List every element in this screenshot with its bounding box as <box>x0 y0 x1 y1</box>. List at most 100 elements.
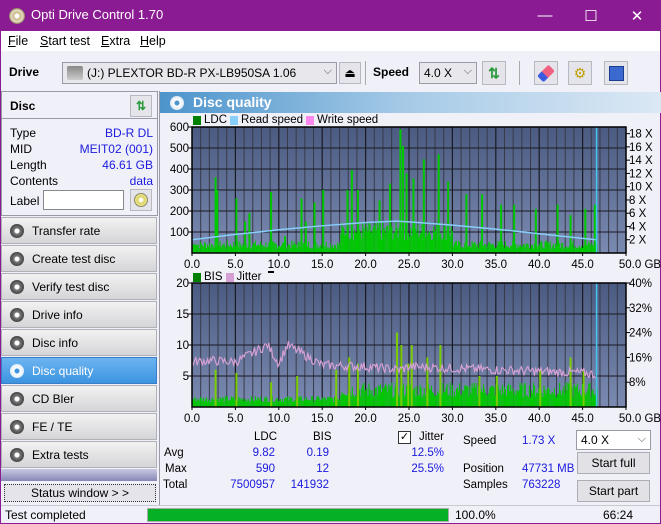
menu-start-test[interactable]: Start test <box>40 34 90 48</box>
bar-ldc <box>449 236 451 253</box>
nav-transfer-rate[interactable]: Transfer rate <box>1 217 157 244</box>
bar-bis <box>386 386 388 407</box>
bar-ldc <box>531 244 534 253</box>
start-part-button[interactable]: Start part <box>577 480 650 502</box>
bar-ldc <box>530 244 532 253</box>
start-full-button[interactable]: Start full <box>577 452 650 474</box>
menu-extra[interactable]: Extra <box>101 34 130 48</box>
stats-total-ldc: 7500957 <box>230 479 275 491</box>
bar-bis <box>558 393 560 407</box>
bar-bis <box>264 397 266 407</box>
bar-bis <box>255 400 258 407</box>
nav-drive-info[interactable]: Drive info <box>1 301 157 328</box>
bar-ldc <box>457 245 459 253</box>
bar-ldc <box>443 226 445 253</box>
minimize-button[interactable]: — <box>522 0 568 31</box>
bar-bis <box>524 382 526 407</box>
bar-bis <box>343 393 345 407</box>
bar-bis <box>330 397 333 407</box>
bar-bis <box>312 396 314 407</box>
jitter-checkbox[interactable]: ✓ <box>398 431 411 444</box>
bar-ldc <box>511 245 513 253</box>
bar-bis <box>366 387 368 407</box>
bar-bis <box>394 387 396 407</box>
bar-bis <box>486 395 488 407</box>
bar-ldc <box>463 247 465 253</box>
disc-refresh-button[interactable]: ⇅ <box>130 95 152 117</box>
bar-bis <box>212 397 214 407</box>
bar-ldc <box>209 243 211 253</box>
nav-disc-quality[interactable]: Disc quality <box>1 357 157 384</box>
bar-ldc <box>376 221 378 253</box>
test-speed-select[interactable]: 4.0 X ⌵ <box>576 430 651 450</box>
nav-fe-te[interactable]: FE / TE <box>1 413 157 440</box>
bar-bis <box>473 382 475 407</box>
eject-button[interactable]: ⏏ <box>339 62 361 84</box>
bar-ldc <box>416 232 418 253</box>
bar-bis <box>383 388 385 407</box>
disc-label-input[interactable] <box>43 190 124 210</box>
bar-ldc <box>549 241 551 253</box>
bar-bis <box>211 399 213 407</box>
bar-ldc <box>366 227 368 253</box>
drive-select[interactable]: (J:) PLEXTOR BD-R PX-LB950SA 1.06 ⌵ <box>62 62 337 84</box>
bar-ldc <box>523 244 525 253</box>
bar-ldc <box>473 242 475 253</box>
nav-extra-tests[interactable]: Extra tests <box>1 441 157 468</box>
bar-bis <box>280 401 283 407</box>
nav-disc-info[interactable]: Disc info <box>1 329 157 356</box>
bar-ldc <box>453 243 455 253</box>
nav-verify-test-disc[interactable]: Verify test disc <box>1 273 157 300</box>
bar-bis <box>446 384 448 407</box>
menu-help[interactable]: Help <box>140 34 166 48</box>
bar-ldc <box>426 235 428 253</box>
close-button[interactable]: ✕ <box>614 0 660 31</box>
bar-ldc <box>454 241 456 253</box>
bar-bis <box>550 393 552 407</box>
bar-bis <box>301 400 303 407</box>
refresh-button[interactable]: ⇅ <box>482 61 506 85</box>
menu-file[interactable]: File <box>8 34 28 48</box>
speed-select[interactable]: 4.0 X ⌵ <box>419 62 477 84</box>
bar-ldc <box>566 246 568 253</box>
bar-bis <box>334 397 336 407</box>
nav-cd-bler[interactable]: CD Bler <box>1 385 157 412</box>
bis-jitter-chart: 20 15 10 5 40% 32% 24% 16% 8% 0.0 5.0 10.0 15.0 20.0 2… <box>176 278 661 425</box>
bar-bis <box>459 383 461 407</box>
bar-ldc <box>319 246 321 253</box>
bar-bis <box>344 395 346 407</box>
maximize-button[interactable]: ☐ <box>568 0 614 31</box>
bar-bis <box>502 393 504 407</box>
bar-bis <box>468 396 470 407</box>
bar-bis <box>239 398 241 407</box>
stats-max-label: Max <box>165 463 187 475</box>
bar-bis <box>518 390 520 407</box>
bar-bis <box>257 397 259 407</box>
bar-bis <box>450 396 452 407</box>
bar-ldc <box>223 243 225 253</box>
status-window-button[interactable]: Status window > > <box>4 484 156 502</box>
bar-ldc <box>274 243 276 253</box>
y2-tick-label: 10 X <box>629 182 653 194</box>
bar-bis <box>544 390 546 407</box>
bar-bis <box>339 399 341 407</box>
bar-ldc <box>576 247 578 253</box>
samples-value: 763228 <box>522 479 561 491</box>
save-button[interactable] <box>604 61 628 85</box>
nav-create-test-disc[interactable]: Create test disc <box>1 245 157 272</box>
bar-ldc <box>324 246 326 253</box>
bar-peak-ldc <box>235 198 238 253</box>
bar-bis <box>445 387 447 407</box>
bar-bis <box>588 383 590 407</box>
erase-button[interactable] <box>534 61 558 85</box>
bar-ldc <box>224 246 226 253</box>
bar-ldc <box>476 243 478 253</box>
settings-button[interactable]: ⚙ <box>568 61 592 85</box>
bar-bis <box>375 387 377 407</box>
bar-ldc <box>487 245 489 253</box>
disc-label-button[interactable] <box>130 189 152 211</box>
disc-quality-icon <box>170 96 184 110</box>
bar-bis <box>203 401 205 407</box>
bar-bis <box>472 387 474 407</box>
bar-ldc <box>451 231 453 253</box>
